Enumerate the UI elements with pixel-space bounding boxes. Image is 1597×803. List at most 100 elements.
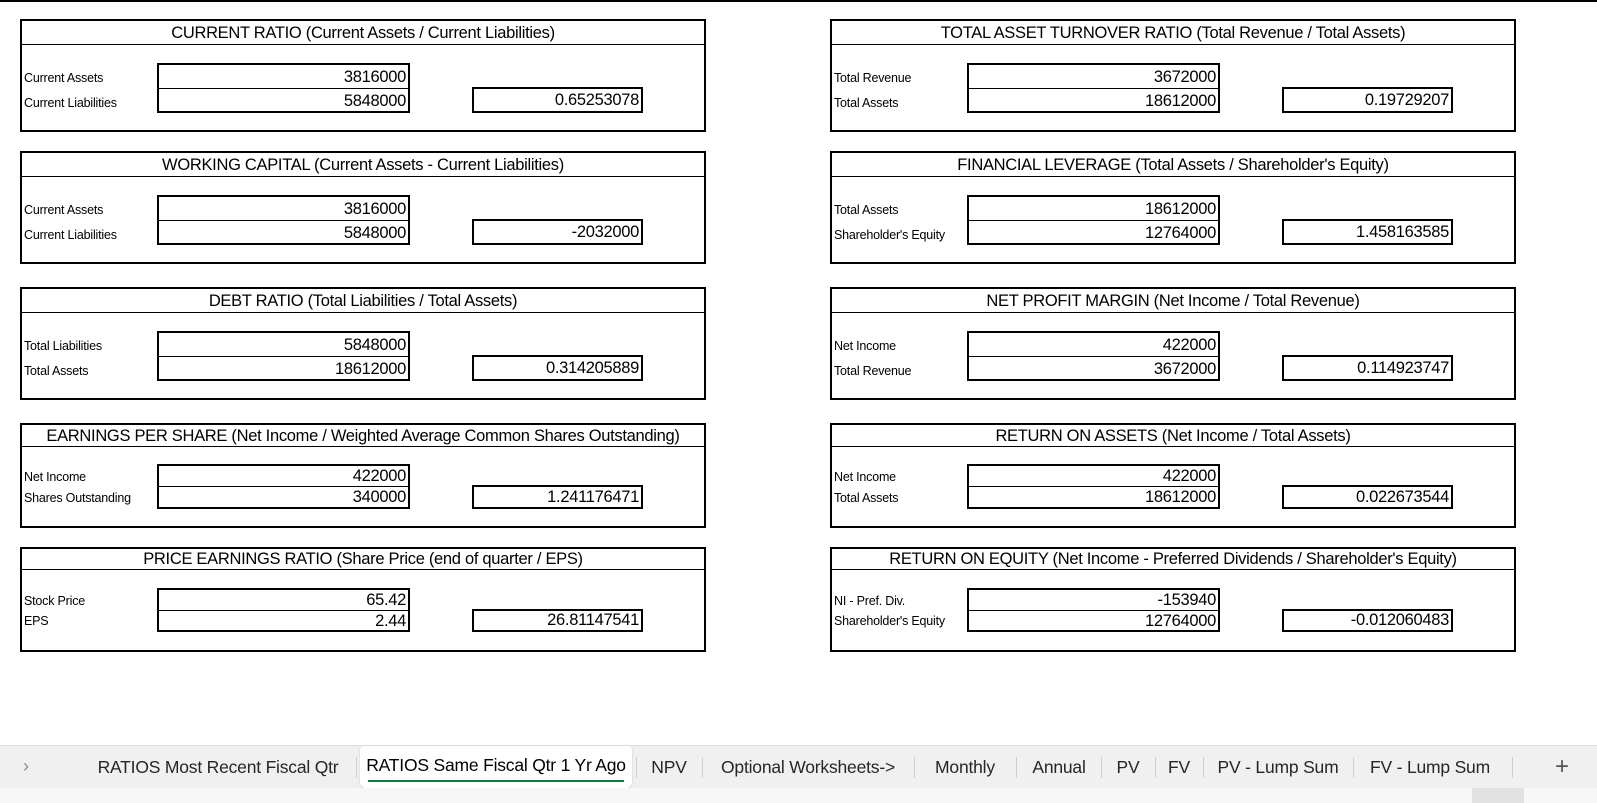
- tab-separator: [914, 757, 915, 778]
- active-tab-indicator: [368, 780, 624, 782]
- ratio-box-working-capital: WORKING CAPITAL (Current Assets - Curren…: [20, 151, 706, 264]
- result-cell[interactable]: -0.012060483: [1282, 609, 1453, 632]
- sheet-tab-pv-lump-sum[interactable]: PV - Lump Sum: [1207, 746, 1349, 788]
- tab-separator: [1101, 757, 1102, 778]
- input-cell[interactable]: 3816000: [159, 65, 408, 89]
- input-cell[interactable]: 65.42: [159, 590, 408, 611]
- horizontal-scrollbar-track[interactable]: [0, 788, 1597, 803]
- ratio-title[interactable]: RETURN ON ASSETS (Net Income / Total Ass…: [832, 425, 1514, 447]
- horizontal-scrollbar-thumb[interactable]: [1472, 788, 1524, 803]
- ratio-box-current-ratio: CURRENT RATIO (Current Assets / Current …: [20, 19, 706, 132]
- input-cell[interactable]: 340000: [159, 487, 408, 508]
- result-cell[interactable]: 0.65253078: [472, 87, 643, 113]
- result-cell[interactable]: 0.114923747: [1282, 355, 1453, 381]
- row-label[interactable]: Current Liabilities: [24, 94, 117, 112]
- input-cell[interactable]: 3672000: [969, 65, 1218, 89]
- tab-separator: [636, 757, 637, 778]
- ratio-title[interactable]: FINANCIAL LEVERAGE (Total Assets / Share…: [832, 153, 1514, 177]
- row-label[interactable]: Stock Price: [24, 592, 85, 610]
- sheet-tab-ratios-same-qtr-1yr-ago[interactable]: RATIOS Same Fiscal Qtr 1 Yr Ago: [360, 746, 632, 788]
- row-label[interactable]: Current Assets: [24, 69, 103, 87]
- input-cell[interactable]: 12764000: [969, 221, 1218, 245]
- row-label[interactable]: Net Income: [834, 337, 896, 355]
- input-cell[interactable]: 18612000: [969, 197, 1218, 221]
- row-label[interactable]: Current Assets: [24, 201, 103, 219]
- result-cell[interactable]: 26.81147541: [472, 609, 643, 632]
- input-cell[interactable]: 5848000: [159, 221, 408, 245]
- ratio-title[interactable]: NET PROFIT MARGIN (Net Income / Total Re…: [832, 289, 1514, 313]
- row-label[interactable]: Total Assets: [24, 362, 89, 380]
- tab-separator: [1203, 757, 1204, 778]
- input-cells: 65.42 2.44: [157, 588, 410, 632]
- ratio-box-earnings-per-share: EARNINGS PER SHARE (Net Income / Weighte…: [20, 423, 706, 528]
- tab-separator: [1353, 757, 1354, 778]
- input-cell[interactable]: 422000: [159, 466, 408, 487]
- ratio-title[interactable]: RETURN ON EQUITY (Net Income - Preferred…: [832, 549, 1514, 570]
- ratio-title[interactable]: TOTAL ASSET TURNOVER RATIO (Total Revenu…: [832, 21, 1514, 45]
- sheet-tab-pv[interactable]: PV: [1105, 746, 1151, 788]
- input-cell[interactable]: 422000: [969, 466, 1218, 487]
- input-cell[interactable]: 18612000: [969, 89, 1218, 113]
- row-label[interactable]: Net Income: [834, 468, 896, 486]
- input-cells: 5848000 18612000: [157, 331, 410, 381]
- sheet-tab-bar: › RATIOS Most Recent Fiscal Qtr RATIOS S…: [0, 745, 1597, 788]
- row-label[interactable]: Total Revenue: [834, 69, 912, 87]
- input-cell[interactable]: 3672000: [969, 357, 1218, 381]
- row-label[interactable]: Current Liabilities: [24, 226, 117, 244]
- input-cell[interactable]: -153940: [969, 590, 1218, 611]
- sheet-tab-monthly[interactable]: Monthly: [918, 746, 1012, 788]
- result-cell[interactable]: 0.022673544: [1282, 485, 1453, 509]
- sheet-tab-annual[interactable]: Annual: [1020, 746, 1098, 788]
- ratio-box-financial-leverage: FINANCIAL LEVERAGE (Total Assets / Share…: [830, 151, 1516, 264]
- input-cell[interactable]: 422000: [969, 333, 1218, 357]
- row-label[interactable]: Total Assets: [834, 94, 899, 112]
- sheet-tab-fv-lump-sum[interactable]: FV - Lump Sum: [1357, 746, 1503, 788]
- ratio-title[interactable]: WORKING CAPITAL (Current Assets - Curren…: [22, 153, 704, 177]
- input-cell[interactable]: 18612000: [969, 487, 1218, 508]
- sheet-tab-optional-worksheets[interactable]: Optional Worksheets->: [706, 746, 910, 788]
- plus-icon[interactable]: +: [1550, 752, 1574, 782]
- input-cell[interactable]: 18612000: [159, 357, 408, 381]
- tab-separator: [1016, 757, 1017, 778]
- row-label[interactable]: Total Liabilities: [24, 337, 102, 355]
- input-cells: 3672000 18612000: [967, 63, 1220, 113]
- chevron-right-icon[interactable]: ›: [14, 754, 38, 778]
- input-cells: 422000 18612000: [967, 464, 1220, 509]
- row-label[interactable]: Total Assets: [834, 201, 899, 219]
- tab-separator: [702, 757, 703, 778]
- row-label[interactable]: Total Assets: [834, 489, 899, 507]
- input-cell[interactable]: 5848000: [159, 89, 408, 113]
- result-cell[interactable]: 1.241176471: [472, 485, 643, 509]
- result-cell[interactable]: 0.19729207: [1282, 87, 1453, 113]
- row-label[interactable]: Net Income: [24, 468, 86, 486]
- input-cells: 422000 3672000: [967, 331, 1220, 381]
- input-cell[interactable]: 12764000: [969, 611, 1218, 631]
- sheet-tab-fv[interactable]: FV: [1159, 746, 1199, 788]
- input-cells: 18612000 12764000: [967, 195, 1220, 245]
- input-cells: 3816000 5848000: [157, 195, 410, 245]
- result-cell[interactable]: 1.458163585: [1282, 219, 1453, 245]
- tab-separator: [1512, 757, 1513, 778]
- input-cell[interactable]: 3816000: [159, 197, 408, 221]
- row-label[interactable]: Shareholder's Equity: [834, 612, 945, 630]
- result-cell[interactable]: -2032000: [472, 219, 643, 245]
- ratio-box-price-earnings-ratio: PRICE EARNINGS RATIO (Share Price (end o…: [20, 547, 706, 652]
- ratio-box-total-asset-turnover: TOTAL ASSET TURNOVER RATIO (Total Revenu…: [830, 19, 1516, 132]
- row-label[interactable]: Total Revenue: [834, 362, 912, 380]
- input-cells: -153940 12764000: [967, 588, 1220, 632]
- row-label[interactable]: EPS: [24, 612, 49, 630]
- sheet-tab-npv[interactable]: NPV: [640, 746, 698, 788]
- tab-separator: [356, 757, 357, 778]
- row-label[interactable]: NI - Pref. Div.: [834, 592, 905, 610]
- row-label[interactable]: Shares Outstanding: [24, 489, 131, 507]
- result-cell[interactable]: 0.314205889: [472, 355, 643, 381]
- sheet-tab-label: RATIOS Same Fiscal Qtr 1 Yr Ago: [366, 755, 626, 775]
- sheet-tab-ratios-most-recent[interactable]: RATIOS Most Recent Fiscal Qtr: [92, 746, 344, 788]
- ratio-title[interactable]: PRICE EARNINGS RATIO (Share Price (end o…: [22, 549, 704, 570]
- ratio-title[interactable]: EARNINGS PER SHARE (Net Income / Weighte…: [22, 425, 704, 447]
- ratio-title[interactable]: DEBT RATIO (Total Liabilities / Total As…: [22, 289, 704, 313]
- input-cell[interactable]: 2.44: [159, 611, 408, 631]
- ratio-title[interactable]: CURRENT RATIO (Current Assets / Current …: [22, 21, 704, 45]
- row-label[interactable]: Shareholder's Equity: [834, 226, 945, 244]
- input-cell[interactable]: 5848000: [159, 333, 408, 357]
